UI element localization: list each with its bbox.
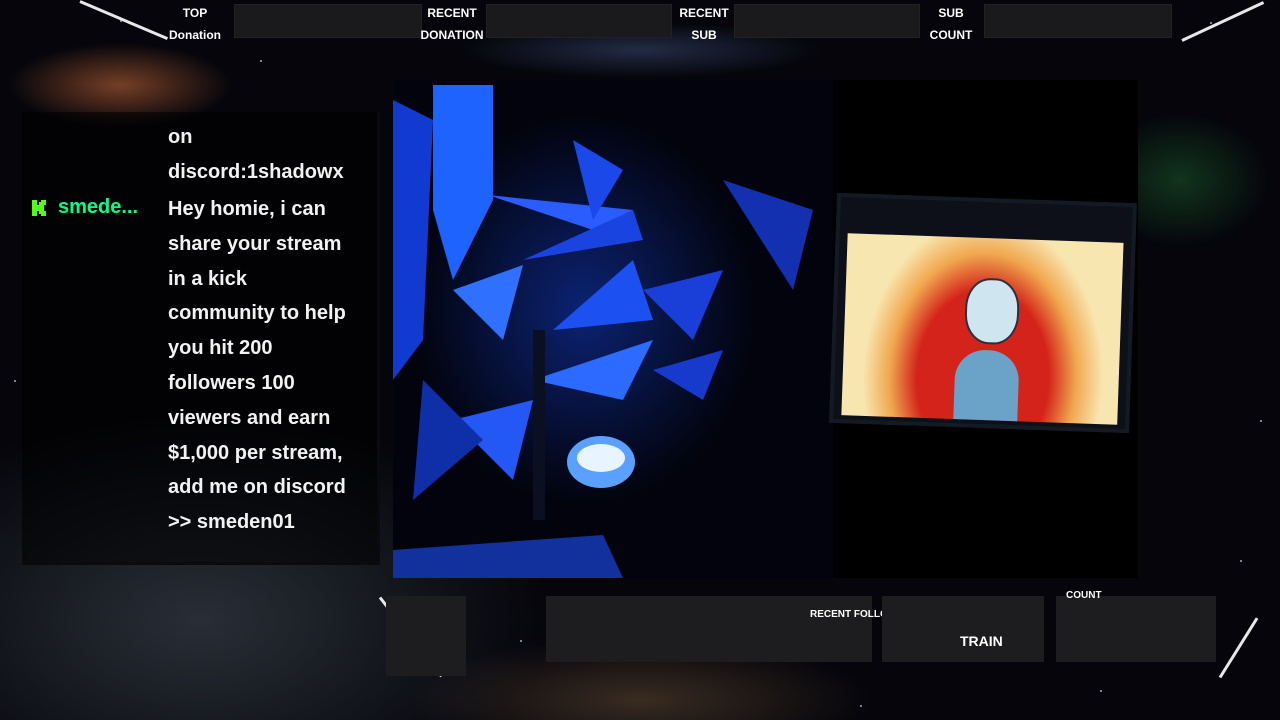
recent-sub-label: RECENT SUB: [676, 2, 732, 46]
top-donation-box: [234, 4, 422, 38]
top-stats-bar: TOP Donation RECENT DONATION RECENT SUB …: [0, 0, 1280, 44]
count-box: [1056, 596, 1216, 662]
stream-video[interactable]: [393, 80, 1138, 578]
bottom-stats-bar: RECENT FOLLOWER TRAIN COUNT: [378, 590, 1259, 680]
chat-line: you hit 200: [168, 337, 273, 360]
sub-count-label: SUB COUNT: [924, 2, 978, 46]
recent-sub-box: [734, 4, 920, 38]
recent-donation-label-line2: DONATION: [420, 28, 484, 42]
top-donation-label-line1: TOP: [182, 6, 208, 20]
chat-line: viewers and earn: [168, 406, 331, 429]
kick-icon: [32, 199, 46, 216]
top-donation-label-line2: Donation: [169, 28, 221, 42]
train-label: TRAIN: [960, 633, 1003, 649]
chat-line: Hey homie, i can: [168, 198, 326, 220]
recent-sub-label-line2: SUB: [691, 28, 717, 42]
chat-line: share your stream: [168, 232, 342, 255]
bottom-panel-left: [386, 596, 466, 676]
recent-donation-box: [486, 4, 672, 38]
chat-line: community to help: [168, 302, 346, 325]
cartoon-figure-body: [953, 349, 1020, 422]
tv-screen-frame: [829, 192, 1137, 434]
count-label: COUNT: [1066, 590, 1102, 601]
recent-donation-label: RECENT DONATION: [418, 2, 486, 46]
chat-line: followers 100: [168, 371, 295, 394]
recent-donation-label-line1: RECENT: [427, 6, 477, 20]
frame-accent-line: [79, 0, 169, 41]
star: [1240, 560, 1242, 562]
star: [1100, 690, 1102, 692]
acoustic-panels-graphic: [393, 85, 813, 578]
chat-line: in a kick: [168, 267, 247, 290]
frame-accent-line: [1181, 1, 1265, 42]
chat-line: $1,000 per stream,: [168, 441, 343, 464]
sub-count-label-line1: SUB: [938, 6, 964, 20]
star: [1260, 420, 1262, 422]
tv-screen-content: [841, 233, 1124, 425]
chat-user-row: smede...: [32, 196, 138, 219]
chat-line: discord:1shadowx: [168, 160, 344, 183]
sub-count-label-line2: COUNT: [929, 28, 973, 42]
cartoon-figure-head: [963, 277, 1021, 346]
chat-line: on: [168, 126, 193, 148]
train-box: [882, 596, 1044, 662]
top-donation-label: TOP Donation: [164, 2, 226, 46]
recent-sub-label-line1: RECENT: [679, 6, 729, 20]
star: [260, 60, 262, 62]
chat-username[interactable]: smede...: [58, 196, 138, 219]
star: [860, 705, 862, 707]
video-room-scene: [393, 80, 833, 578]
star: [14, 380, 16, 382]
chat-prev-message: on discord:1shadowx: [168, 120, 373, 190]
chat-message: Hey homie, i can share your stream in a …: [168, 192, 373, 540]
chat-line: add me on discord: [168, 476, 346, 499]
sub-count-box: [984, 4, 1172, 38]
chat-line: >> smeden01: [168, 511, 295, 534]
recent-follower-box: [546, 596, 872, 662]
